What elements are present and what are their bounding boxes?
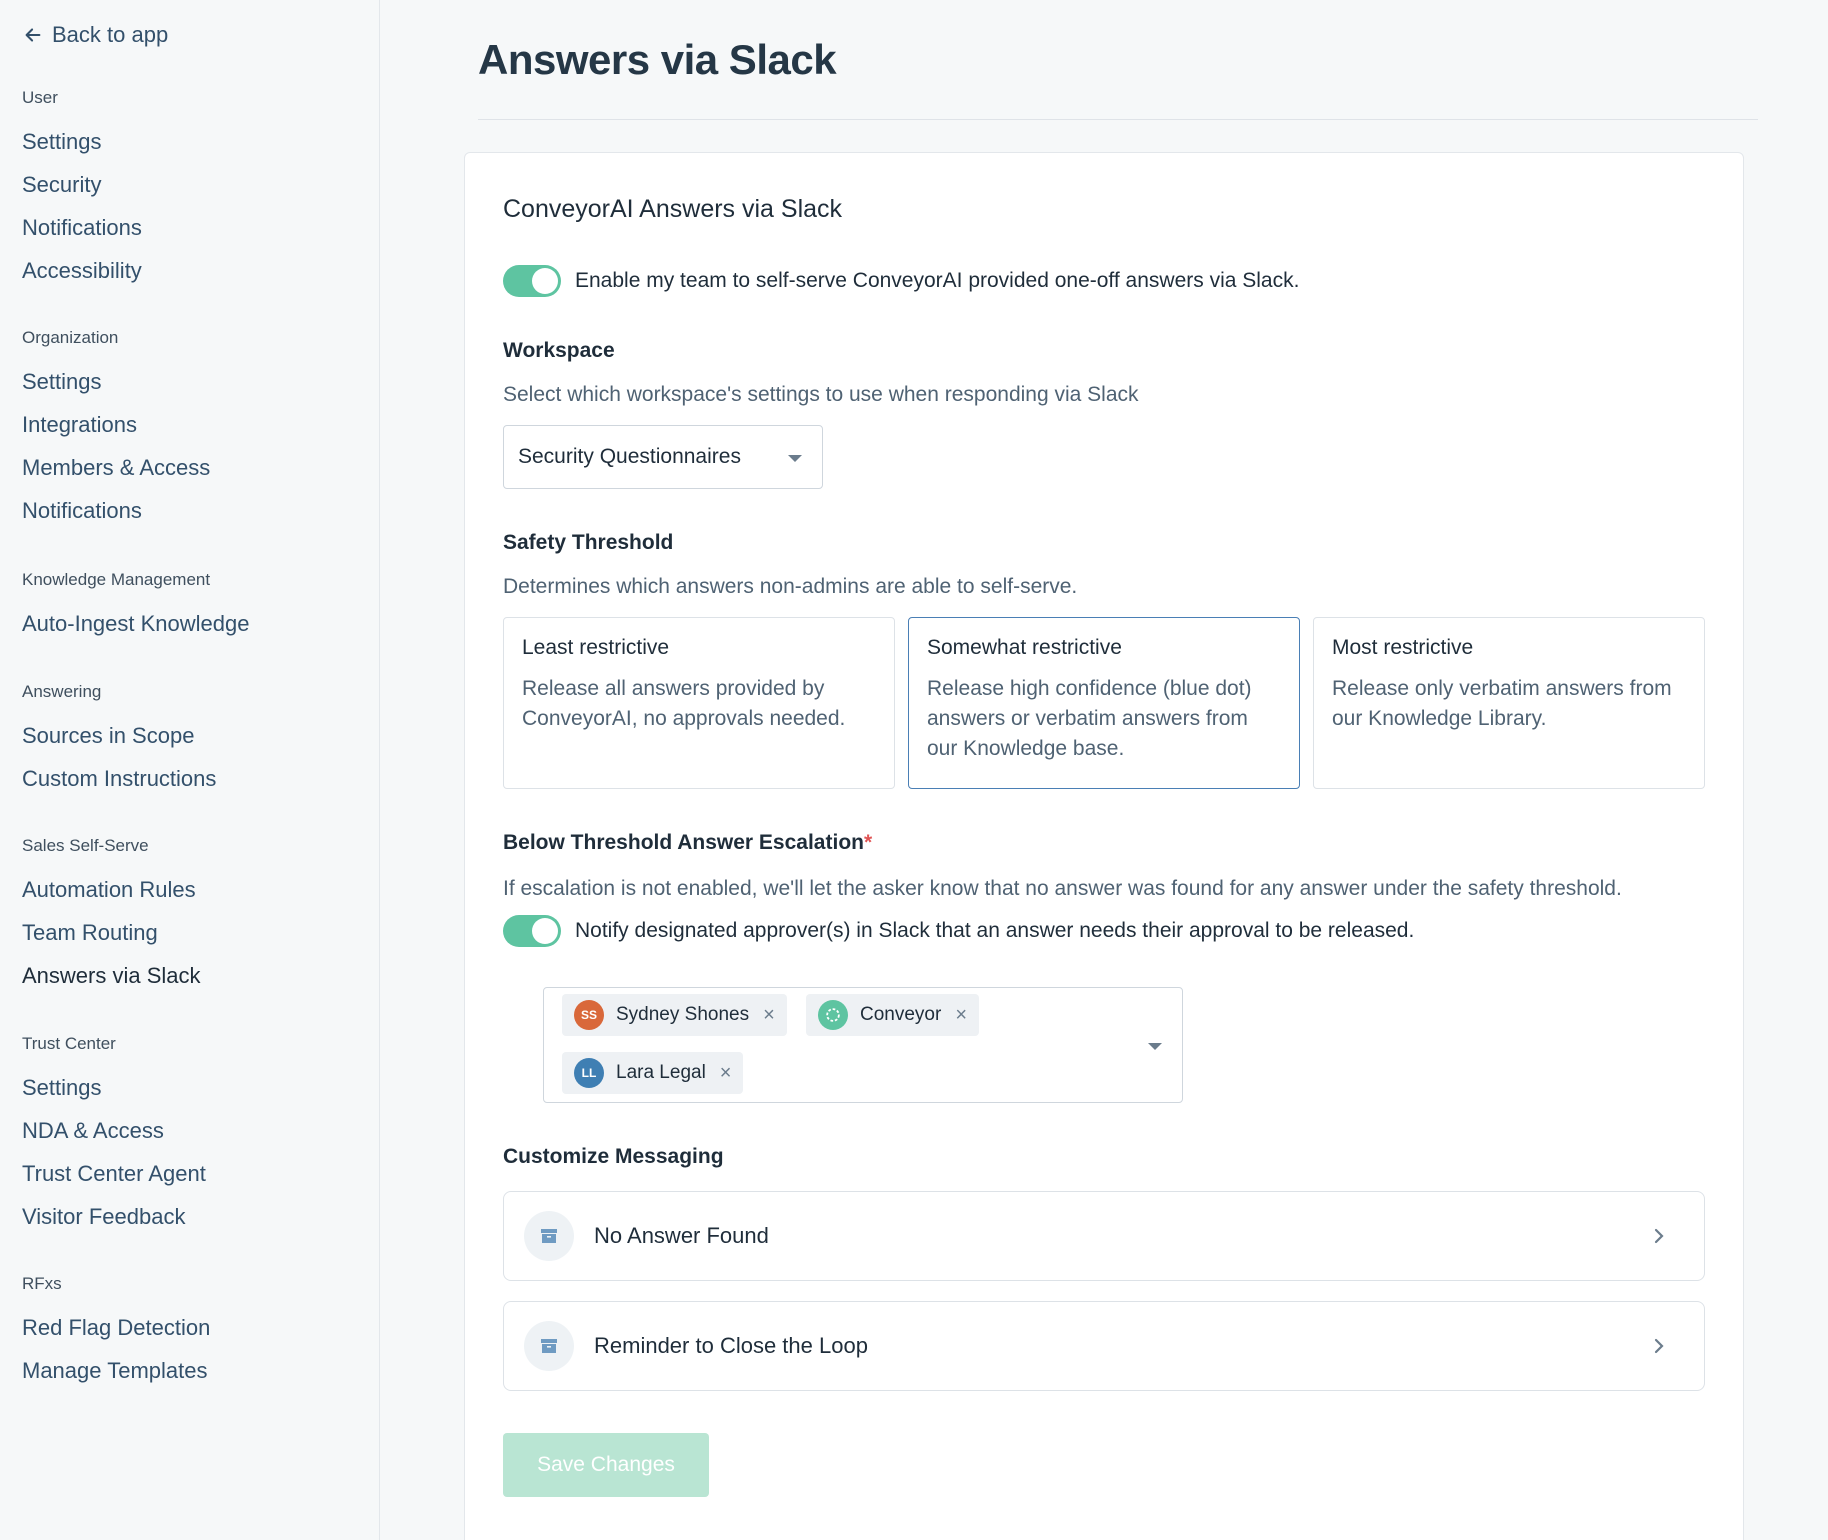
remove-icon[interactable]: × xyxy=(720,1062,732,1085)
notify-approvers-label: Notify designated approver(s) in Slack t… xyxy=(575,919,1415,942)
message-reminder-close-loop[interactable]: Reminder to Close the Loop xyxy=(503,1301,1705,1391)
approver-chip: LL Lara Legal × xyxy=(562,1052,744,1094)
nav-item-security[interactable]: Security xyxy=(22,163,142,206)
nav-heading-rfxs: RFxs xyxy=(22,1274,62,1293)
nav-item-nda-access[interactable]: NDA & Access xyxy=(22,1109,206,1152)
nav-item-answers-via-slack[interactable]: Answers via Slack xyxy=(6,951,380,1011)
message-label: No Answer Found xyxy=(594,1223,769,1248)
nav-item-trust-center-agent[interactable]: Trust Center Agent xyxy=(22,1152,206,1195)
notify-approvers-toggle[interactable] xyxy=(503,915,561,947)
option-title: Least restrictive xyxy=(522,636,670,659)
nav-section-sales: Sales Self-Serve Automation Rules Team R… xyxy=(6,834,380,1011)
nav-heading-trust-center: Trust Center xyxy=(22,1034,116,1053)
chevron-right-icon xyxy=(1654,1338,1664,1354)
card-title: ConveyorAI Answers via Slack xyxy=(503,195,843,223)
nav-heading-user: User xyxy=(22,88,58,107)
approvers-multiselect[interactable]: SS Sydney Shones × Conveyor × LL Lara Le… xyxy=(543,987,1183,1103)
settings-card: ConveyorAI Answers via Slack Enable my t… xyxy=(464,152,1744,1540)
nav-item-trust-settings[interactable]: Settings xyxy=(22,1066,206,1109)
nav-item-accessibility[interactable]: Accessibility xyxy=(22,249,142,292)
required-mark: * xyxy=(863,831,873,854)
option-somewhat-restrictive[interactable]: Somewhat restrictive Release high confid… xyxy=(908,617,1300,789)
chevron-down-icon xyxy=(788,455,802,462)
nav-heading-sales: Sales Self-Serve xyxy=(22,836,149,855)
escalation-description: If escalation is not enabled, we'll let … xyxy=(503,877,1622,900)
approver-name: Conveyor xyxy=(860,1004,942,1025)
option-title: Most restrictive xyxy=(1332,636,1474,659)
approver-chip: Conveyor × xyxy=(806,994,980,1036)
enable-slack-toggle[interactable] xyxy=(503,265,561,297)
workspace-title: Workspace xyxy=(503,339,615,362)
enable-slack-label: Enable my team to self-serve ConveyorAI … xyxy=(575,269,1300,292)
nav-item-members-access[interactable]: Members & Access xyxy=(22,446,210,489)
back-to-app-label: Back to app xyxy=(52,22,169,47)
nav-heading-organization: Organization xyxy=(22,328,119,347)
nav-item-user-settings[interactable]: Settings xyxy=(22,120,142,163)
approver-chip: SS Sydney Shones × xyxy=(562,994,787,1036)
customize-messaging-title: Customize Messaging xyxy=(503,1145,724,1168)
safety-threshold-description: Determines which answers non-admins are … xyxy=(503,575,1078,598)
remove-icon[interactable]: × xyxy=(763,1004,775,1027)
main-content: Answers via Slack ConveyorAI Answers via… xyxy=(380,0,1828,1540)
nav-section-answering: Answering Sources in Scope Custom Instru… xyxy=(22,680,216,800)
nav-heading-answering: Answering xyxy=(22,682,102,701)
nav-item-manage-templates[interactable]: Manage Templates xyxy=(22,1349,210,1392)
escalation-title: Below Threshold Answer Escalation* xyxy=(503,831,872,855)
message-label: Reminder to Close the Loop xyxy=(594,1333,868,1358)
approver-name: Lara Legal xyxy=(616,1062,706,1083)
toggle-knob xyxy=(532,268,558,294)
page-title: Answers via Slack xyxy=(478,36,837,83)
nav-item-sources-in-scope[interactable]: Sources in Scope xyxy=(22,714,216,757)
arrow-left-icon xyxy=(25,28,41,42)
nav-heading-knowledge: Knowledge Management xyxy=(22,570,211,589)
nav-item-team-routing[interactable]: Team Routing xyxy=(22,911,201,954)
nav-item-user-notifications[interactable]: Notifications xyxy=(22,206,142,249)
workspace-select[interactable]: Security Questionnaires xyxy=(503,425,823,489)
title-divider xyxy=(478,119,1758,120)
option-description: Release only verbatim answers from our K… xyxy=(1332,677,1672,730)
nav-item-custom-instructions[interactable]: Custom Instructions xyxy=(22,757,216,800)
nav-item-visitor-feedback[interactable]: Visitor Feedback xyxy=(22,1195,206,1238)
nav-item-org-settings[interactable]: Settings xyxy=(22,360,210,403)
nav-section-rfxs: RFxs Red Flag Detection Manage Templates xyxy=(22,1272,210,1392)
back-to-app-link[interactable]: Back to app xyxy=(22,22,168,48)
nav-item-auto-ingest[interactable]: Auto-Ingest Knowledge xyxy=(22,602,250,645)
nav-section-trust-center: Trust Center Settings NDA & Access Trust… xyxy=(22,1032,206,1238)
sidebar: Back to app User Settings Security Notif… xyxy=(0,0,380,1540)
nav-item-automation-rules[interactable]: Automation Rules xyxy=(22,868,201,911)
option-title: Somewhat restrictive xyxy=(927,636,1122,659)
option-description: Release all answers provided by Conveyor… xyxy=(522,677,846,730)
chevron-right-icon xyxy=(1654,1228,1664,1244)
approver-name: Sydney Shones xyxy=(616,1004,750,1025)
nav-item-red-flag-detection[interactable]: Red Flag Detection xyxy=(22,1306,210,1349)
chevron-down-icon xyxy=(1148,1043,1162,1050)
message-no-answer-found[interactable]: No Answer Found xyxy=(503,1191,1705,1281)
avatar: SS xyxy=(574,1000,604,1030)
option-least-restrictive[interactable]: Least restrictive Release all answers pr… xyxy=(503,617,895,789)
workspace-select-value: Security Questionnaires xyxy=(518,445,741,468)
toggle-knob xyxy=(532,918,558,944)
archive-icon xyxy=(524,1211,574,1261)
safety-threshold-title: Safety Threshold xyxy=(503,531,674,554)
save-changes-button[interactable]: Save Changes xyxy=(503,1433,709,1497)
nav-item-integrations[interactable]: Integrations xyxy=(22,403,210,446)
option-most-restrictive[interactable]: Most restrictive Release only verbatim a… xyxy=(1313,617,1705,789)
nav-section-knowledge: Knowledge Management Auto-Ingest Knowled… xyxy=(22,568,250,645)
nav-section-organization: Organization Settings Integrations Membe… xyxy=(22,326,210,532)
avatar: LL xyxy=(574,1058,604,1088)
nav-item-org-notifications[interactable]: Notifications xyxy=(22,489,210,532)
archive-icon xyxy=(524,1321,574,1371)
escalation-title-text: Below Threshold Answer Escalation xyxy=(503,831,864,854)
nav-section-user: User Settings Security Notifications Acc… xyxy=(22,86,142,292)
remove-icon[interactable]: × xyxy=(955,1004,967,1027)
workspace-description: Select which workspace's settings to use… xyxy=(503,383,1139,406)
option-description: Release high confidence (blue dot) answe… xyxy=(927,677,1252,760)
conveyor-logo-icon xyxy=(818,1000,848,1030)
